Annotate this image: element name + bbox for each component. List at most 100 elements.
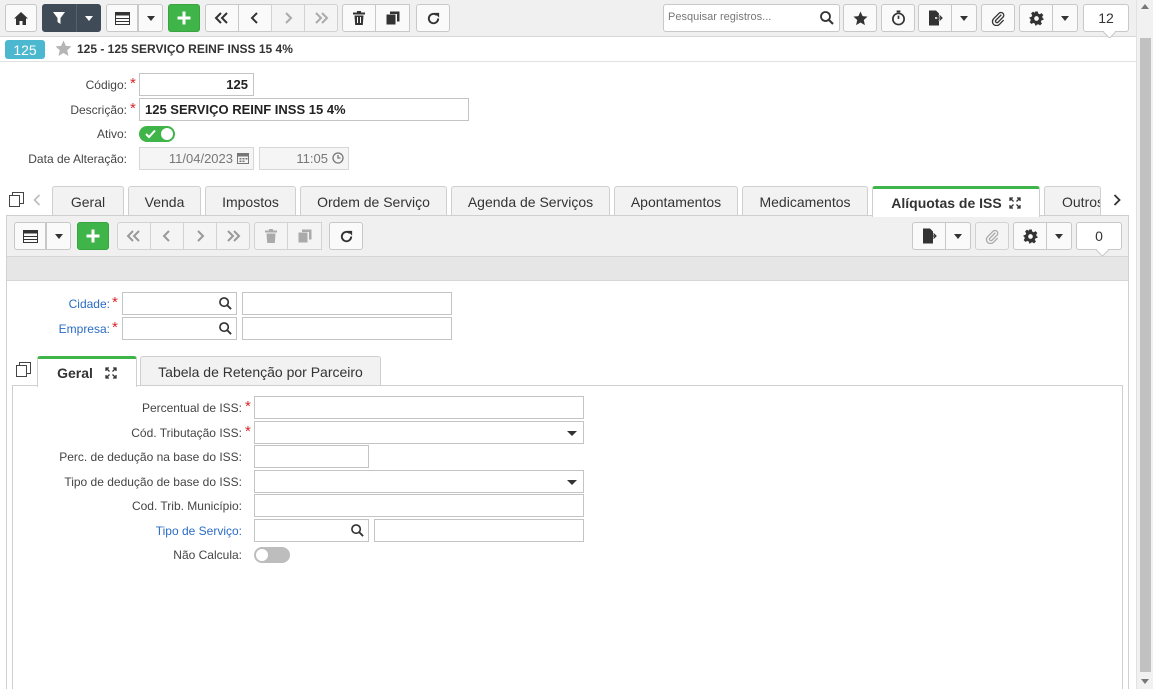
tab-geral[interactable]: Geral <box>52 186 124 216</box>
grid-view-button[interactable] <box>106 4 138 32</box>
empresa-description-field[interactable] <box>242 317 452 340</box>
sub-toolbar: 0 <box>7 216 1128 256</box>
tab-medicamentos[interactable]: Medicamentos <box>742 186 868 216</box>
next-record-button[interactable] <box>271 4 305 32</box>
perc-deducao-field[interactable] <box>254 445 369 468</box>
grid-view-dropdown-button[interactable] <box>138 4 163 32</box>
empresa-label[interactable]: Empresa: <box>20 322 110 336</box>
tab-aliquotas-de-iss[interactable]: Alíquotas de ISS <box>872 186 1040 217</box>
tabs-scroll-right-icon[interactable] <box>1113 194 1121 209</box>
data-alteracao-label: Data de Alteração: <box>28 152 127 166</box>
sub-duplicate-button[interactable] <box>287 222 322 250</box>
sub-next-button[interactable] <box>183 222 217 250</box>
last-icon <box>227 230 241 242</box>
sub-refresh-button[interactable] <box>329 222 363 250</box>
search-icon[interactable] <box>219 322 232 338</box>
sub-grid-view-button[interactable] <box>14 222 46 250</box>
filter-dropdown-button[interactable] <box>76 4 101 32</box>
page-scrollbar[interactable] <box>1136 0 1153 689</box>
star-icon <box>852 10 868 25</box>
percentual-iss-field[interactable] <box>254 396 584 419</box>
inner-tab-geral[interactable]: Geral <box>37 356 137 387</box>
refresh-button[interactable] <box>416 4 450 32</box>
tab-label: Geral <box>57 365 93 381</box>
tab-apontamentos[interactable]: Apontamentos <box>614 186 738 216</box>
tipo-servico-label[interactable]: Tipo de Serviço: <box>20 524 242 538</box>
record-header: 125 125 - 125 SERVIÇO REINF INSS 15 4% <box>0 38 1136 62</box>
next-icon <box>197 230 205 242</box>
search-icon[interactable] <box>219 297 232 313</box>
export-dropdown-button[interactable] <box>951 4 977 32</box>
scrollbar-thumb[interactable] <box>1140 38 1151 672</box>
delete-button[interactable] <box>342 4 376 32</box>
chevron-down-icon <box>960 15 968 21</box>
sub-settings-button[interactable] <box>1013 222 1047 250</box>
search-input[interactable] <box>668 11 813 23</box>
last-record-button[interactable] <box>304 4 338 32</box>
hora-alteracao-field: 11:05 <box>259 147 349 170</box>
tab-label: Medicamentos <box>759 193 851 210</box>
cod-trib-municipio-field[interactable] <box>254 494 584 517</box>
cod-tributacao-select[interactable] <box>254 421 584 444</box>
inner-tab-tabela-retencao[interactable]: Tabela de Retenção por Parceiro <box>140 356 381 386</box>
scroll-up-icon[interactable] <box>1141 4 1149 9</box>
chevron-down-icon <box>1055 233 1063 239</box>
search-icon[interactable] <box>351 524 364 540</box>
tab-impostos[interactable]: Impostos <box>205 186 296 216</box>
tipo-deducao-select[interactable] <box>254 470 584 493</box>
attach-button[interactable] <box>981 4 1015 32</box>
nao-calcula-toggle[interactable] <box>254 547 290 563</box>
tab-ordem-de-servico[interactable]: Ordem de Serviço <box>300 186 447 216</box>
tab-label: Agenda de Serviços <box>467 193 594 210</box>
sub-delete-button[interactable] <box>254 222 288 250</box>
cidade-code-field[interactable] <box>122 292 237 315</box>
detach-inner-tabs-icon[interactable] <box>16 362 31 380</box>
export-button[interactable] <box>918 4 952 32</box>
sub-add-button[interactable] <box>77 222 109 250</box>
settings-dropdown-button[interactable] <box>1052 4 1078 32</box>
sub-export-button[interactable] <box>912 222 946 250</box>
filter-button[interactable] <box>42 4 76 32</box>
chevron-down-icon <box>84 15 93 21</box>
copy-icon <box>298 229 311 243</box>
sub-grid-view-dropdown[interactable] <box>46 222 71 250</box>
favorite-button[interactable] <box>843 4 877 32</box>
add-button[interactable] <box>168 4 200 32</box>
previous-record-button[interactable] <box>238 4 272 32</box>
cidade-description-field[interactable] <box>242 292 452 315</box>
expand-icon[interactable] <box>105 367 117 379</box>
cidade-label[interactable]: Cidade: <box>20 297 110 311</box>
favorite-star-icon[interactable] <box>55 40 72 60</box>
first-record-button[interactable] <box>205 4 239 32</box>
empresa-code-field[interactable] <box>122 317 237 340</box>
ativo-toggle[interactable] <box>139 126 175 142</box>
sub-attach-button[interactable] <box>975 222 1009 250</box>
duplicate-button[interactable] <box>375 4 410 32</box>
tabs-scroll-left-icon[interactable] <box>33 194 41 209</box>
descricao-field[interactable]: 125 SERVIÇO REINF INSS 15 4% <box>139 98 469 121</box>
tipo-servico-description-field[interactable] <box>374 519 584 542</box>
sub-settings-dropdown[interactable] <box>1046 222 1072 250</box>
settings-button[interactable] <box>1019 4 1053 32</box>
detach-tabs-icon[interactable] <box>9 192 24 210</box>
timer-button[interactable] <box>881 4 915 32</box>
codigo-field[interactable]: 125 <box>139 73 254 96</box>
first-icon <box>126 230 140 242</box>
search-box[interactable] <box>663 4 840 32</box>
home-button[interactable] <box>5 4 37 32</box>
toggle-knob <box>161 128 173 140</box>
tipo-servico-code-field[interactable] <box>254 519 369 542</box>
tab-agenda-de-servicos[interactable]: Agenda de Serviços <box>451 186 610 216</box>
sub-last-button[interactable] <box>216 222 250 250</box>
sub-export-dropdown[interactable] <box>945 222 971 250</box>
chevron-down-icon <box>54 233 63 239</box>
sub-previous-button[interactable] <box>150 222 184 250</box>
search-icon[interactable] <box>820 11 834 28</box>
clock-icon <box>332 152 344 167</box>
scroll-down-icon[interactable] <box>1141 679 1149 684</box>
tab-outros[interactable]: Outros <box>1044 186 1101 216</box>
expand-icon[interactable] <box>1009 197 1021 209</box>
sub-first-button[interactable] <box>117 222 151 250</box>
tab-venda[interactable]: Venda <box>128 186 201 216</box>
percentual-iss-label: Percentual de ISS: <box>141 401 242 415</box>
